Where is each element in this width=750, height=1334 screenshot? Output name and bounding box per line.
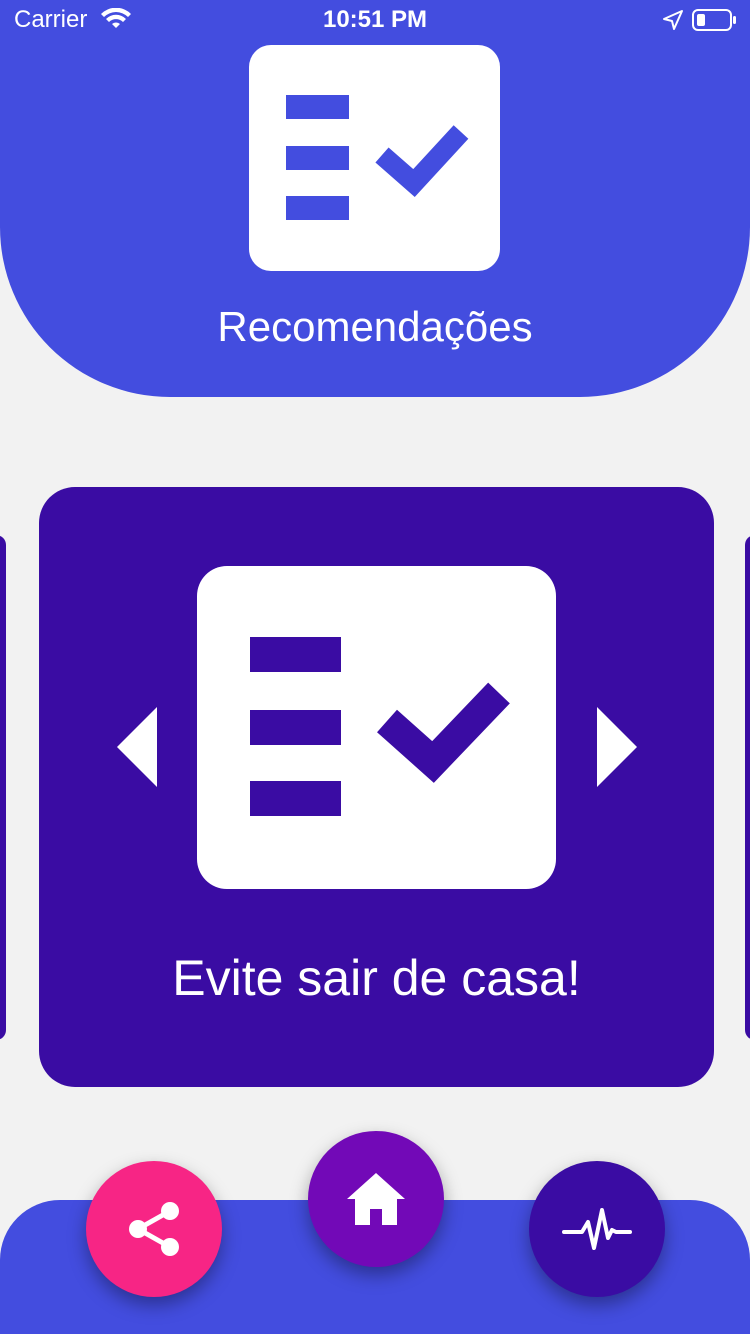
previous-card-peek[interactable] [0, 535, 6, 1040]
status-bar: Carrier 10:51 PM [0, 0, 750, 40]
home-button[interactable] [308, 1131, 444, 1267]
recommendation-card: Evite sair de casa! [39, 487, 714, 1087]
recommendation-text: Evite sair de casa! [172, 950, 581, 1006]
previous-arrow-button[interactable] [117, 707, 157, 787]
clock-label: 10:51 PM [322, 6, 428, 33]
share-icon [124, 1199, 184, 1259]
share-button[interactable] [86, 1161, 222, 1297]
health-monitor-button[interactable] [529, 1161, 665, 1297]
battery-icon [692, 8, 738, 32]
recommendations-screen: Carrier 10:51 PM Recomendações Evite sai… [0, 0, 750, 1334]
checklist-icon [249, 45, 500, 271]
home-icon [345, 1171, 407, 1227]
location-arrow-icon [662, 9, 684, 31]
next-card-peek[interactable] [745, 535, 750, 1040]
page-title: Recomendações [217, 303, 533, 350]
heartbeat-icon [562, 1204, 632, 1254]
next-arrow-button[interactable] [597, 707, 637, 787]
checklist-icon [197, 566, 556, 889]
